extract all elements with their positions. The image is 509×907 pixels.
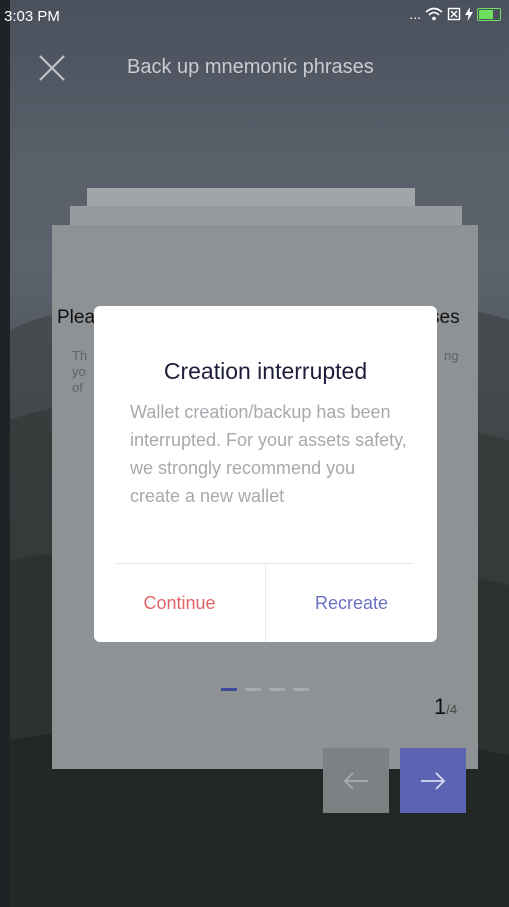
prev-button[interactable] <box>323 748 389 813</box>
dialog-message: Wallet creation/backup has been interrup… <box>130 402 407 506</box>
battery-icon <box>477 7 501 21</box>
arrow-left-icon <box>343 771 368 790</box>
arrow-right-icon <box>421 771 446 790</box>
card-subtext-right: ng <box>444 348 459 363</box>
continue-button[interactable]: Continue <box>94 564 265 642</box>
close-icon[interactable] <box>36 52 68 84</box>
card-title-left: Plea <box>57 307 96 328</box>
wifi-icon <box>425 7 443 21</box>
page-dots <box>221 688 309 691</box>
creation-interrupted-dialog: Creation interrupted Wallet creation/bac… <box>94 306 437 642</box>
more-indicator: ... <box>409 6 421 22</box>
page-dot-3 <box>269 688 285 691</box>
page-title: Back up mnemonic phrases <box>127 56 374 78</box>
page-dot-2 <box>245 688 261 691</box>
page-indicator: 1/4 <box>434 694 457 720</box>
page-total: /4 <box>446 702 458 717</box>
charging-icon <box>465 7 473 21</box>
status-icons: ... <box>409 6 501 22</box>
dialog-title: Creation interrupted <box>163 358 368 384</box>
status-bar: 3:03 PM ... <box>0 0 509 32</box>
page-dot-4 <box>293 688 309 691</box>
page-current: 1 <box>434 694 447 719</box>
sim-x-icon <box>447 7 461 21</box>
status-time: 3:03 PM <box>4 8 60 25</box>
next-button[interactable] <box>400 748 466 813</box>
page-dot-1 <box>221 688 237 691</box>
recreate-button[interactable]: Recreate <box>266 564 437 642</box>
screen-edge <box>0 0 10 907</box>
card-subtext-left: Th yo of <box>72 348 88 395</box>
